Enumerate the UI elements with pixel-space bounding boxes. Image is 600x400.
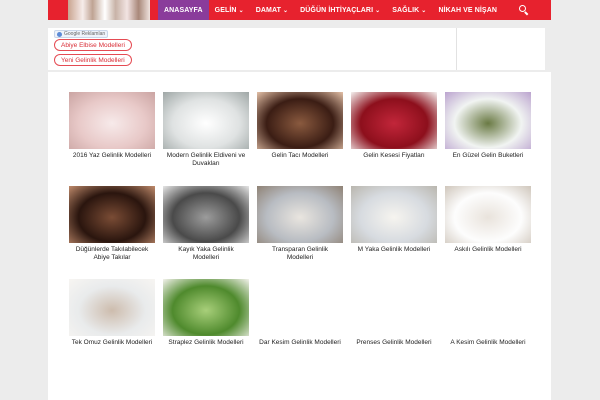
nav-item-label: GELİN [214,6,237,14]
chevron-down-icon: ⌄ [238,7,244,14]
thumbnail-placeholder [257,279,343,336]
gallery-thumbnail[interactable] [351,92,437,149]
gallery-caption[interactable]: Düğünlerde Takılabilecek Abiye Takılar [69,246,155,262]
top-navbar: ANASAYFA GELİN ⌄ DAMAT ⌄ DÜĞÜN İHTİYAÇLARI ⌄ SA… [48,0,551,20]
thumbnail-placeholder [351,279,437,336]
gallery-card[interactable]: Modern Gelinlik Eldiveni ve Duvakları [163,92,249,168]
search-icon[interactable] [519,5,529,16]
gallery-card[interactable]: Kayık Yaka Gelinlik Modelleri [163,186,249,262]
gallery-thumbnail[interactable] [163,279,249,336]
nav-item-1[interactable]: GELİN ⌄ [209,0,250,20]
gallery-card[interactable]: Dar Kesim Gelinlik Modelleri [257,279,343,347]
site-logo[interactable] [68,0,150,20]
gallery-thumbnail[interactable] [69,279,155,336]
info-icon [57,31,62,37]
chevron-down-icon: ⌄ [375,7,381,14]
gallery-thumbnail[interactable] [69,92,155,149]
gallery-thumbnail[interactable] [445,92,531,149]
gallery-caption[interactable]: Transparan Gelinlik Modelleri [257,246,343,262]
gallery-caption[interactable]: Gelin Tacı Modelleri [257,152,343,160]
chevron-down-icon: ⌄ [421,7,427,14]
gallery-thumbnail[interactable] [163,186,249,243]
gallery-card[interactable]: A Kesim Gelinlik Modelleri [445,279,531,347]
nav-item-label: SAĞLIK [392,6,420,14]
gallery-caption[interactable]: Prenses Gelinlik Modelleri [351,339,437,347]
gallery-caption[interactable]: A Kesim Gelinlik Modelleri [445,339,531,347]
gallery-thumbnail[interactable] [163,92,249,149]
gallery-card[interactable]: 2016 Yaz Gelinlik Modelleri [69,92,155,160]
thumbnail-placeholder [445,279,531,336]
search-icon-handle [524,11,529,16]
gallery-thumbnail[interactable] [257,186,343,243]
ad-divider [456,28,457,70]
gallery-thumbnail[interactable] [351,186,437,243]
gallery-thumbnail[interactable] [257,92,343,149]
gallery-card[interactable]: Straplez Gelinlik Modelleri [163,279,249,347]
gallery-caption[interactable]: Straplez Gelinlik Modelleri [163,339,249,347]
gallery-caption[interactable]: Dar Kesim Gelinlik Modelleri [257,339,343,347]
gallery-caption[interactable]: Askılı Gelinlik Modelleri [445,246,531,254]
gallery-card[interactable]: Tek Omuz Gelinlik Modelleri [69,279,155,347]
ad-link-label: Abiye Elbise Modelleri [61,41,125,49]
gallery-card[interactable]: Gelin Kesesi Fiyatları [351,92,437,160]
ad-label-text: Google Reklamları [64,31,106,37]
ad-strip: Google Reklamları Abiye Elbise Modelleri… [48,28,545,70]
ad-link-label: Yeni Gelinlik Modelleri [61,56,125,64]
nav-item-0[interactable]: ANASAYFA [158,0,209,20]
gallery-caption[interactable]: Kayık Yaka Gelinlik Modelleri [163,246,249,262]
chevron-down-icon: ⌄ [282,7,289,14]
gallery-thumbnail[interactable] [445,186,531,243]
ad-link-gelinlik[interactable]: Yeni Gelinlik Modelleri [54,54,132,66]
nav-item-4[interactable]: SAĞLIK ⌄ [386,0,432,20]
gallery-caption[interactable]: 2016 Yaz Gelinlik Modelleri [69,152,155,160]
ad-link-abiye[interactable]: Abiye Elbise Modelleri [54,39,132,51]
gallery-thumbnail[interactable] [69,186,155,243]
nav-item-5[interactable]: NİKAH VE NİŞAN [432,0,503,20]
gallery-caption[interactable]: Tek Omuz Gelinlik Modelleri [69,339,155,347]
nav-item-2[interactable]: DAMAT ⌄ [250,0,294,20]
gallery-card[interactable]: Prenses Gelinlik Modelleri [351,279,437,347]
gallery-card[interactable]: Transparan Gelinlik Modelleri [257,186,343,262]
gallery-card[interactable]: M Yaka Gelinlik Modelleri [351,186,437,254]
nav-item-label: ANASAYFA [164,6,203,14]
gallery-card[interactable]: En Güzel Gelin Buketleri [445,92,531,160]
gallery-card[interactable]: Gelin Tacı Modelleri [257,92,343,160]
nav-item-3[interactable]: DÜĞÜN İHTİYAÇLARI ⌄ [294,0,386,20]
gallery-caption[interactable]: En Güzel Gelin Buketleri [445,152,531,160]
gallery-card[interactable]: Askılı Gelinlik Modelleri [445,186,531,254]
main-menu: ANASAYFA GELİN ⌄ DAMAT ⌄ DÜĞÜN İHTİYAÇLARI ⌄ SA… [150,0,503,20]
gallery-caption[interactable]: Gelin Kesesi Fiyatları [351,152,437,160]
nav-item-label: DAMAT [255,6,281,14]
gallery-content: 2016 Yaz Gelinlik Modelleri Modern Gelinl… [48,72,551,400]
nav-item-label: DÜĞÜN İHTİYAÇLARI [300,6,374,14]
ad-label[interactable]: Google Reklamları [54,30,109,38]
gallery-caption[interactable]: M Yaka Gelinlik Modelleri [351,246,437,254]
gallery-caption[interactable]: Modern Gelinlik Eldiveni ve Duvakları [163,152,249,168]
gallery-card[interactable]: Düğünlerde Takılabilecek Abiye Takılar [69,186,155,262]
nav-item-label: NİKAH VE NİŞAN [438,6,498,14]
